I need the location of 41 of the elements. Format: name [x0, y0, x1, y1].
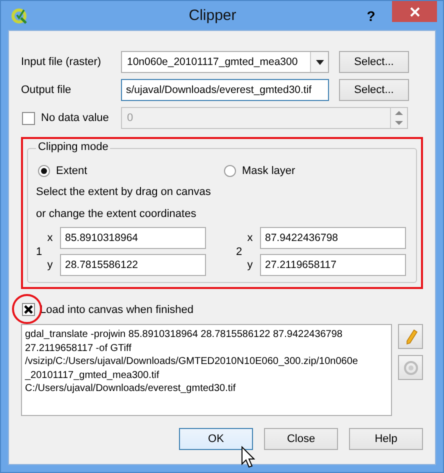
- axis-label: y: [246, 259, 254, 271]
- axis-label: x: [246, 232, 254, 244]
- pencil-icon: [404, 328, 418, 344]
- help-button[interactable]: ?: [356, 4, 386, 26]
- check-mark-icon: [24, 305, 33, 314]
- dialog-button[interactable]: Close: [264, 428, 338, 450]
- radio-label: Mask layer: [242, 165, 296, 177]
- command-text-area[interactable]: gdal_translate -projwin 85.8910318964 28.7815586122 87.9422436798 27.2119658117 -of GTiff /vsizip/C:/Users/ujaval/Downloads/GMTED2010N10E060_300.zip/10n060e _20101117_gmted_mea300.tif C:/Users/ujaval/Downloads/everest_gmted30.tif: [21, 324, 392, 416]
- checkbox-label: No data value: [41, 112, 109, 124]
- field-label: Input file (raster): [21, 56, 102, 68]
- radio-label: Extent: [56, 165, 88, 177]
- select-button[interactable]: Select...: [339, 51, 409, 73]
- select-button[interactable]: Select...: [339, 79, 409, 101]
- reset-button[interactable]: [398, 355, 423, 380]
- caret-icon: [316, 60, 324, 64]
- app-logo-icon: [11, 6, 29, 24]
- close-icon: [410, 6, 420, 16]
- window-title: Clipper: [188, 7, 238, 24]
- coordinate-field[interactable]: 87.9422436798: [260, 227, 406, 249]
- hint-text: Select the extent by drag on canvas: [36, 186, 211, 198]
- dialog-button[interactable]: OK: [179, 428, 253, 450]
- edit-button[interactable]: [398, 324, 423, 349]
- coordinate-field[interactable]: 28.7815586122: [60, 254, 206, 276]
- axis-label: x: [46, 232, 54, 244]
- input-file-dropdown[interactable]: 10n060e_20101117_gmted_mea300: [121, 51, 329, 73]
- output-file-field[interactable]: s/ujaval/Downloads/everest_gmted30.tif: [121, 79, 329, 101]
- coordinate-field[interactable]: 27.2119658117: [260, 254, 406, 276]
- hint-text: or change the extent coordinates: [36, 208, 196, 220]
- dialog-button[interactable]: Help: [349, 428, 423, 450]
- mouse-cursor-icon: [241, 446, 255, 468]
- coordinate-field[interactable]: 85.8910318964: [60, 227, 206, 249]
- radio-button[interactable]: [224, 165, 236, 177]
- close-button[interactable]: [392, 1, 437, 22]
- axis-label: y: [46, 259, 54, 271]
- circle-icon: [402, 360, 418, 376]
- point-number: 2: [236, 246, 244, 258]
- group-title: Clipping mode: [36, 141, 110, 153]
- point-number: 1: [36, 246, 44, 258]
- load-checkbox[interactable]: [22, 303, 35, 316]
- field-label: Output file: [21, 84, 72, 96]
- radio-button[interactable]: [38, 165, 50, 177]
